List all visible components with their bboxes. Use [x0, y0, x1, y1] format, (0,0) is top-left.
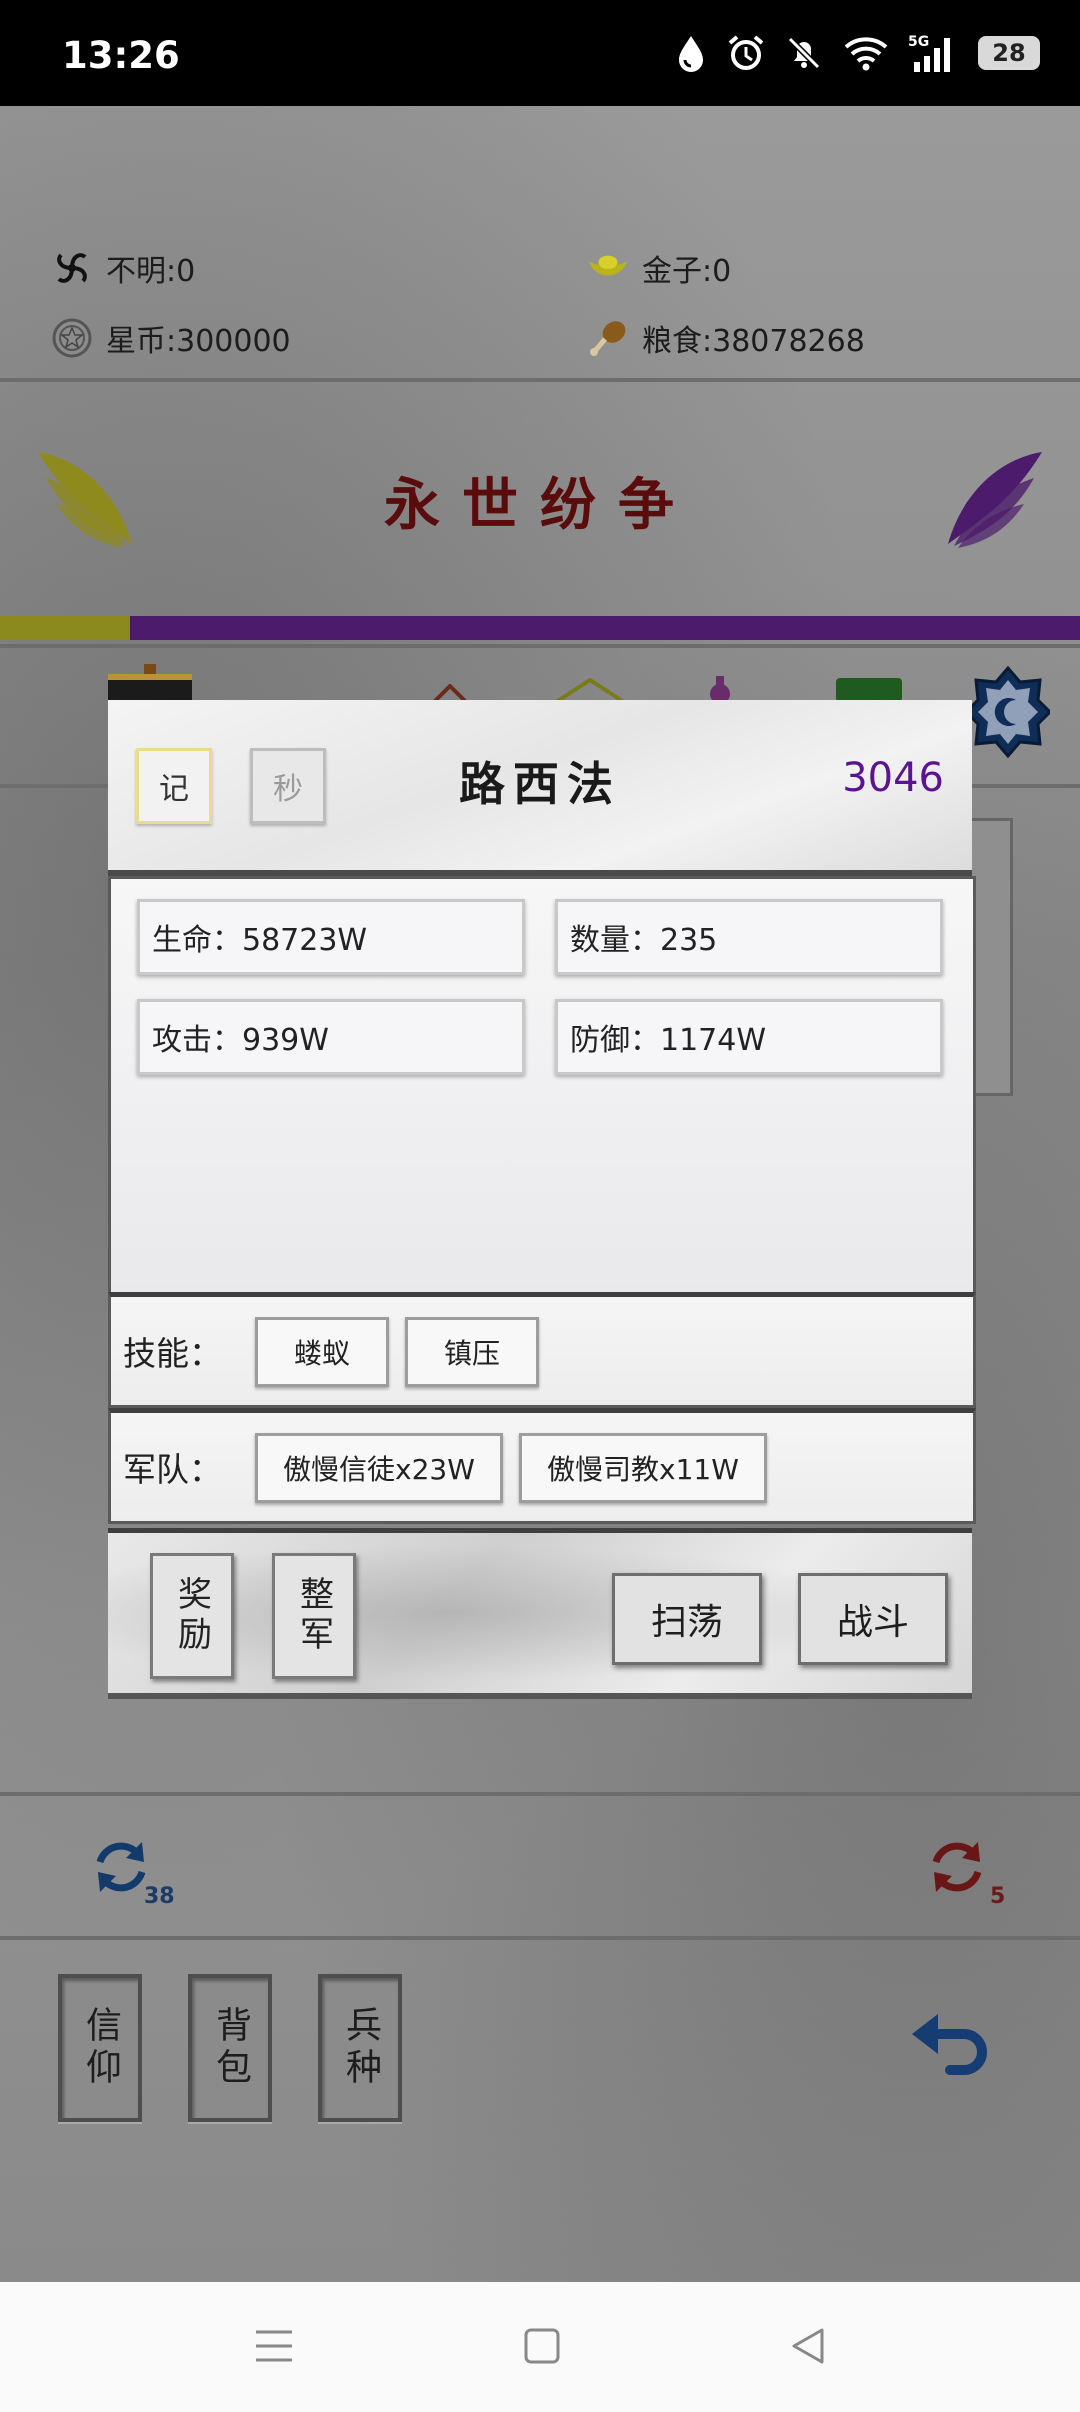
stat-count: 数量：235: [555, 899, 943, 975]
moon-badge-icon[interactable]: [966, 666, 1050, 758]
army-chip[interactable]: 傲慢司教x11W: [519, 1433, 767, 1503]
bag-button[interactable]: 背包: [188, 1974, 272, 2122]
right-wing-icon: [948, 452, 1042, 548]
divider: [0, 1792, 1080, 1796]
battery-icon: 28: [978, 36, 1040, 70]
army-row: 军队： 傲慢信徒x23W 傲慢司教x11W: [108, 1408, 976, 1524]
back-icon[interactable]: [788, 2326, 828, 2366]
progress-bar-purple: [130, 616, 1080, 640]
pinwheel-icon: [50, 246, 94, 290]
wifi-icon: [844, 37, 888, 71]
gold-ingot-icon: [586, 246, 630, 290]
resource-gold: 金子:0: [586, 246, 731, 290]
game-title: 永世纷争: [384, 472, 696, 538]
refresh-red-icon[interactable]: [926, 1836, 988, 1898]
menu-icon[interactable]: [254, 2326, 294, 2366]
5g-signal-icon: 5G: [908, 34, 950, 72]
stat-defense: 防御：1174W: [555, 999, 943, 1075]
bell-muted-icon: [787, 36, 821, 70]
divider: [0, 1936, 1080, 1940]
star-coin-icon: [50, 316, 94, 360]
resource-unknown: 不明:0: [50, 246, 195, 290]
battle-button[interactable]: 战斗: [798, 1573, 948, 1665]
boss-dialog-header: 记 秒 路西法 3046: [108, 700, 972, 876]
resource-star-coin: 星币:300000: [50, 316, 291, 360]
status-bar: 13:26 5G 28: [0, 0, 1080, 106]
resource-star-coin-label: 星币:300000: [106, 324, 291, 359]
system-navigation-bar: [0, 2282, 1080, 2412]
refresh-blue-icon[interactable]: [90, 1836, 152, 1898]
status-time: 13:26: [62, 34, 180, 77]
troops-button[interactable]: 兵种: [318, 1974, 402, 2122]
refresh-red-count: 5: [990, 1884, 1006, 1909]
resource-food-label: 粮食:38078268: [642, 324, 865, 359]
army-chip[interactable]: 傲慢信徒x23W: [255, 1433, 503, 1503]
skill-chip[interactable]: 镇压: [405, 1317, 539, 1387]
progress-bar-yellow: [0, 616, 130, 640]
skills-row: 技能： 蝼蚁 镇压: [108, 1292, 976, 1408]
alarm-icon: [728, 35, 764, 70]
divider: [0, 644, 1080, 648]
resource-gold-label: 金子:0: [642, 254, 732, 289]
resource-food: 粮食:38078268: [586, 316, 865, 360]
stat-hp: 生命：58723W: [137, 899, 525, 975]
status-icons: 5G 28: [674, 30, 1040, 76]
divider: [0, 378, 1080, 382]
faith-button[interactable]: 信仰: [58, 1974, 142, 2122]
reorganize-button[interactable]: 整军: [272, 1553, 356, 1679]
dialog-actions: 奖励 整军 扫荡 战斗: [108, 1528, 972, 1699]
drumstick-icon: [586, 316, 630, 360]
skills-label: 技能：: [123, 1334, 222, 1373]
drop-icon: [679, 36, 703, 72]
reward-button[interactable]: 奖励: [150, 1553, 234, 1679]
home-icon[interactable]: [522, 2326, 562, 2366]
stat-attack: 攻击：939W: [137, 999, 525, 1075]
back-arrow-icon[interactable]: [910, 2012, 994, 2082]
boss-stats-panel: 生命：58723W 数量：235 攻击：939W 防御：1174W: [108, 876, 976, 1298]
skill-chip[interactable]: 蝼蚁: [255, 1317, 389, 1387]
army-label: 军队：: [123, 1450, 222, 1489]
resource-unknown-label: 不明:0: [106, 254, 196, 289]
sweep-button[interactable]: 扫荡: [612, 1573, 762, 1665]
boss-level: 3046: [842, 755, 944, 801]
refresh-blue-count: 38: [144, 1884, 175, 1909]
svg-text:5G: 5G: [908, 34, 929, 50]
